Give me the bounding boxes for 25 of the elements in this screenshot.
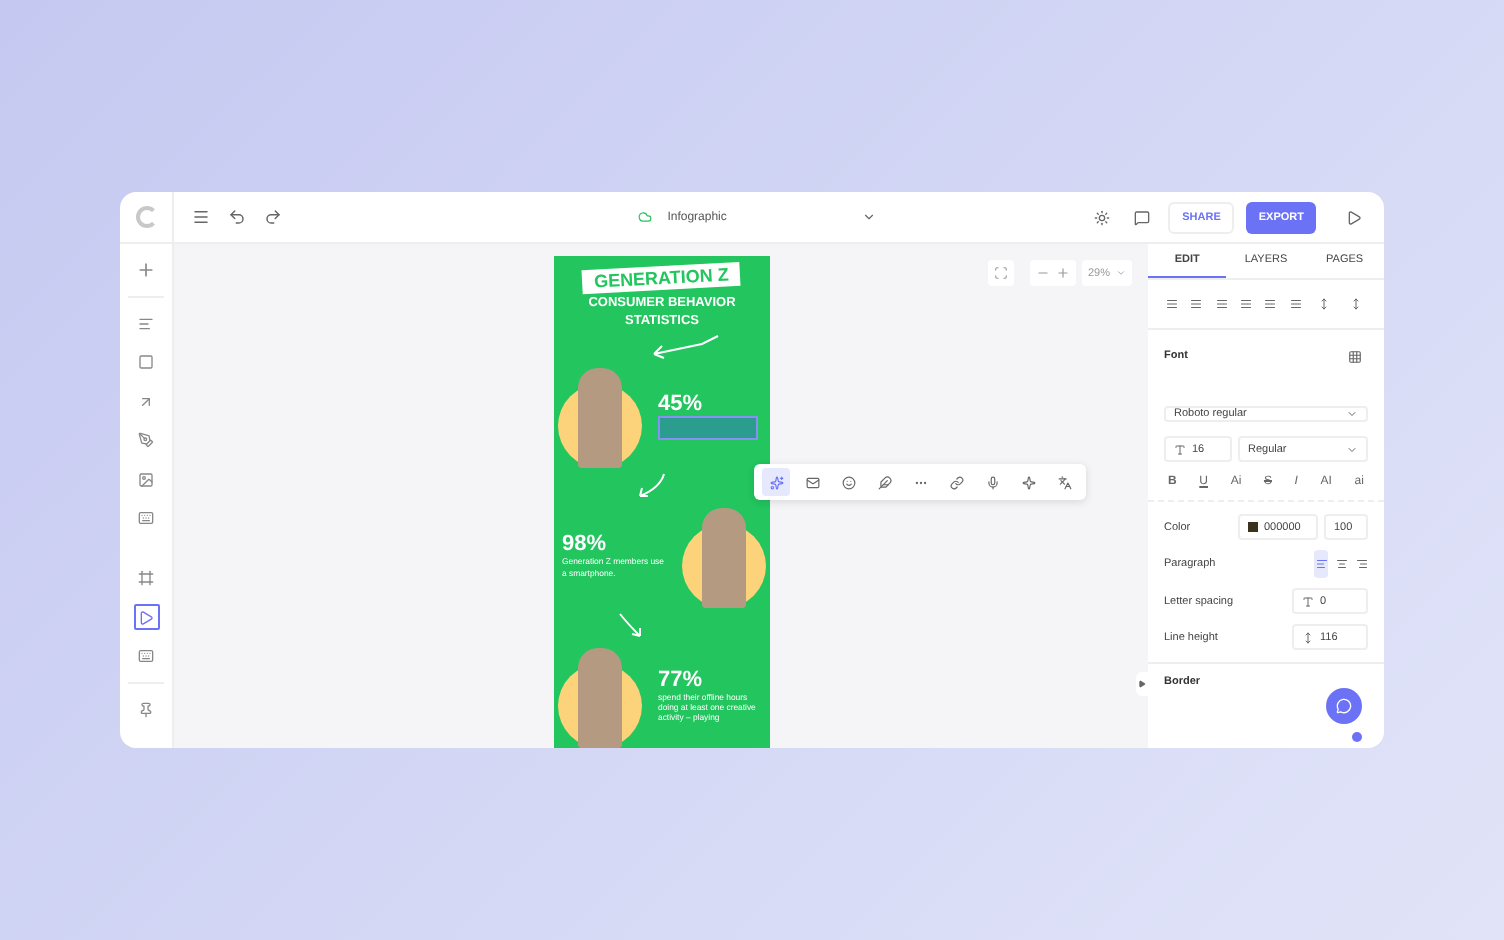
text-align-icon[interactable] (1314, 550, 1328, 578)
infographic-title: GENERATION Z (582, 261, 742, 295)
status-dot (1352, 732, 1362, 742)
sparkles-icon[interactable] (762, 468, 790, 496)
chevron-down-icon (1116, 268, 1126, 278)
frame-tool-icon[interactable] (133, 565, 159, 591)
pen-tool-icon[interactable] (133, 427, 159, 453)
chevron-down-icon (1346, 408, 1358, 420)
chevron-down-icon (1346, 443, 1358, 455)
photo-placeholder (702, 507, 746, 608)
logo-icon (135, 206, 157, 228)
chat-icon (1336, 698, 1352, 714)
stat-value: 77% (658, 667, 705, 692)
photo-placeholder (578, 647, 622, 748)
text-size-icon (1174, 443, 1186, 455)
fit-screen-icon (993, 266, 1008, 280)
stat-value: 45% (658, 391, 705, 416)
panel-toggle-icon[interactable] (1136, 672, 1148, 696)
square-tool-icon[interactable] (133, 349, 159, 375)
letter-spacing-icon (1302, 595, 1314, 607)
stat-value: 98% (562, 532, 609, 557)
chat-button[interactable] (1326, 688, 1362, 724)
play-tool-icon[interactable] (133, 604, 159, 630)
photo-placeholder (578, 367, 622, 468)
line-height-icon (1302, 631, 1314, 643)
